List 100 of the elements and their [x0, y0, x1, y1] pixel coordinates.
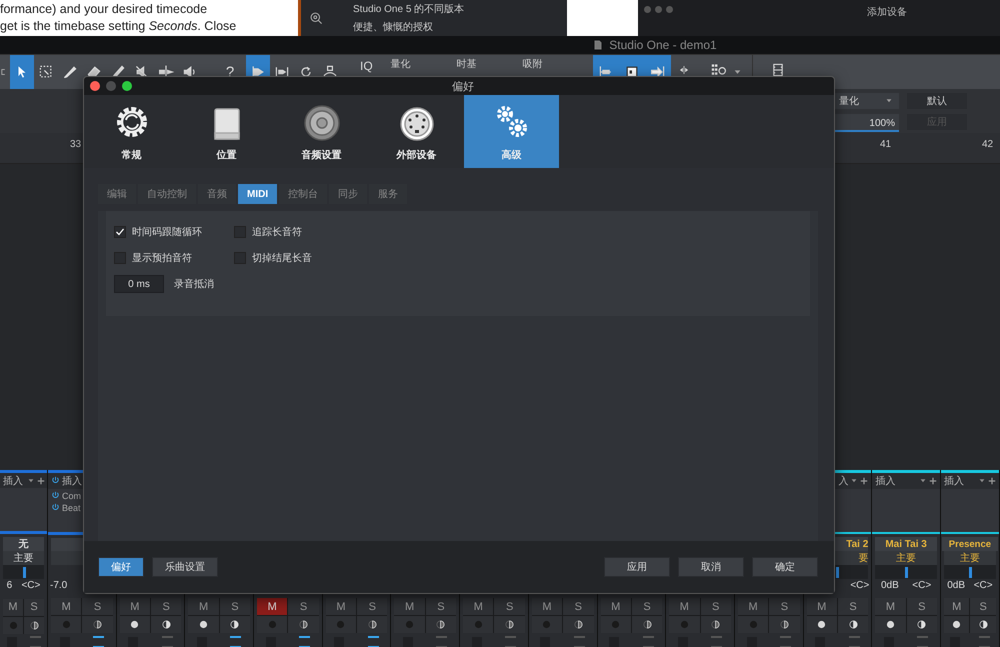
dialog-button[interactable]: 取消	[678, 557, 744, 577]
solo-button[interactable]: S	[906, 598, 937, 616]
mute-button[interactable]: M	[944, 598, 970, 616]
solo-button[interactable]: S	[288, 598, 319, 616]
quantize-dropdown[interactable]: 量化	[833, 93, 899, 109]
plus-icon	[860, 476, 868, 485]
mute-button[interactable]: M	[669, 598, 700, 616]
quantize-strength-field[interactable]: 100%	[833, 114, 899, 132]
checkbox[interactable]	[234, 252, 246, 264]
mute-button[interactable]: M	[51, 598, 82, 616]
offset-field[interactable]: 0 ms	[114, 275, 164, 293]
check-icon	[115, 227, 125, 237]
checkbox[interactable]	[234, 226, 246, 238]
solo-button[interactable]: S	[426, 598, 456, 616]
zoom-button[interactable]	[122, 81, 132, 91]
output-lines-icon[interactable]	[230, 636, 242, 647]
monitor-icon	[848, 620, 858, 630]
channel-name-field[interactable]: Presence	[942, 537, 998, 552]
category-tab[interactable]: 高级	[464, 95, 559, 168]
solo-button[interactable]: S	[357, 598, 388, 616]
dialog-button[interactable]: 应用	[604, 557, 670, 577]
checkbox[interactable]	[114, 226, 126, 238]
caret-icon	[885, 98, 893, 104]
speaker-cone-icon	[302, 104, 340, 142]
volume-value: 6	[6, 580, 12, 592]
mute-button[interactable]: M	[806, 598, 837, 616]
settings-tab[interactable]: 控制台	[279, 184, 328, 204]
output-lines-icon[interactable]	[368, 636, 379, 647]
window-control-dot[interactable]	[666, 6, 673, 13]
plugin-name[interactable]: Com	[62, 490, 81, 501]
monitor-icon	[642, 620, 652, 630]
solo-button[interactable]: S	[563, 598, 594, 616]
mute-button[interactable]: M	[738, 598, 768, 616]
pan-knob[interactable]	[22, 567, 26, 578]
output-bus-field[interactable]: 主要	[944, 551, 996, 566]
mute-button[interactable]: M	[600, 598, 631, 616]
solo-button[interactable]: S	[151, 598, 182, 616]
solo-button[interactable]: S	[838, 598, 868, 616]
close-button[interactable]	[90, 81, 100, 91]
pan-knob[interactable]	[836, 567, 840, 578]
option-label: 时间码跟随循环	[132, 226, 202, 239]
caret-icon	[850, 478, 858, 484]
pan-knob[interactable]	[905, 567, 908, 578]
footer-tab[interactable]: 偏好	[98, 557, 144, 577]
mute-button[interactable]: M	[463, 598, 494, 616]
pan-knob[interactable]	[968, 567, 972, 578]
solo-button[interactable]: S	[632, 598, 662, 616]
solo-button[interactable]: S	[220, 598, 250, 616]
mute-button[interactable]: M	[257, 598, 288, 616]
mute-button[interactable]: M	[875, 598, 906, 616]
iq-label[interactable]: IQ	[360, 59, 373, 73]
settings-tab[interactable]: MIDI	[238, 184, 278, 204]
monitor-icon	[711, 620, 720, 630]
midi-port-icon	[398, 106, 434, 142]
monitor-icon	[93, 620, 102, 630]
plus-icon	[988, 476, 996, 485]
mute-button[interactable]: M	[394, 598, 425, 616]
dialog-button[interactable]: 确定	[752, 557, 818, 577]
settings-tab[interactable]: 服务	[369, 184, 408, 204]
pan-slider[interactable]	[875, 565, 937, 579]
solo-button[interactable]: S	[24, 598, 44, 616]
solo-button[interactable]: S	[82, 598, 113, 616]
channel-name-field[interactable]: Mai Tai 3	[875, 537, 937, 552]
default-button[interactable]: 默认	[907, 93, 967, 109]
output-lines-icon[interactable]	[299, 636, 310, 647]
settings-tab[interactable]: 自动控制	[138, 184, 196, 204]
footer-tab[interactable]: 乐曲设置	[152, 557, 218, 577]
caret-icon	[978, 478, 986, 484]
solo-button[interactable]: S	[970, 598, 996, 616]
mute-button[interactable]: M	[3, 598, 23, 616]
mute-button[interactable]: M	[188, 598, 219, 616]
category-tab[interactable]: 外部设备	[369, 95, 464, 168]
window-title: 添加设备	[867, 6, 907, 19]
settings-tab[interactable]: 同步	[329, 184, 368, 204]
plugin-name[interactable]: Beat	[62, 502, 81, 513]
category-tab[interactable]: 常规	[84, 95, 179, 168]
app-title: Studio One - demo1	[609, 38, 717, 52]
checkbox[interactable]	[114, 252, 126, 264]
solo-button[interactable]: S	[494, 598, 525, 616]
category-tab[interactable]: 音频设置	[274, 95, 369, 168]
output-lines-icon[interactable]	[93, 636, 104, 647]
mute-button[interactable]: M	[326, 598, 356, 616]
pan-slider[interactable]	[944, 565, 996, 579]
settings-tab[interactable]: 编辑	[98, 184, 136, 204]
channel-name-field[interactable]: 无	[3, 537, 44, 552]
category-tab[interactable]: 位置	[179, 95, 274, 168]
mute-button[interactable]: M	[120, 598, 150, 616]
solo-button[interactable]: S	[700, 598, 731, 616]
minimize-button[interactable]	[106, 81, 116, 91]
window-control-dot[interactable]	[644, 6, 651, 13]
offset-label: 录音抵消	[174, 278, 214, 291]
solo-button[interactable]: S	[769, 598, 800, 616]
settings-tab[interactable]: 音频	[198, 184, 236, 204]
record-icon	[680, 620, 689, 630]
mute-button[interactable]: M	[532, 598, 562, 616]
output-bus-field[interactable]: 主要	[3, 551, 44, 566]
window-control-dot[interactable]	[655, 6, 662, 13]
output-bus-field[interactable]: 主要	[875, 551, 937, 566]
pan-slider[interactable]	[3, 565, 44, 579]
volume-value: 0dB	[947, 580, 966, 592]
